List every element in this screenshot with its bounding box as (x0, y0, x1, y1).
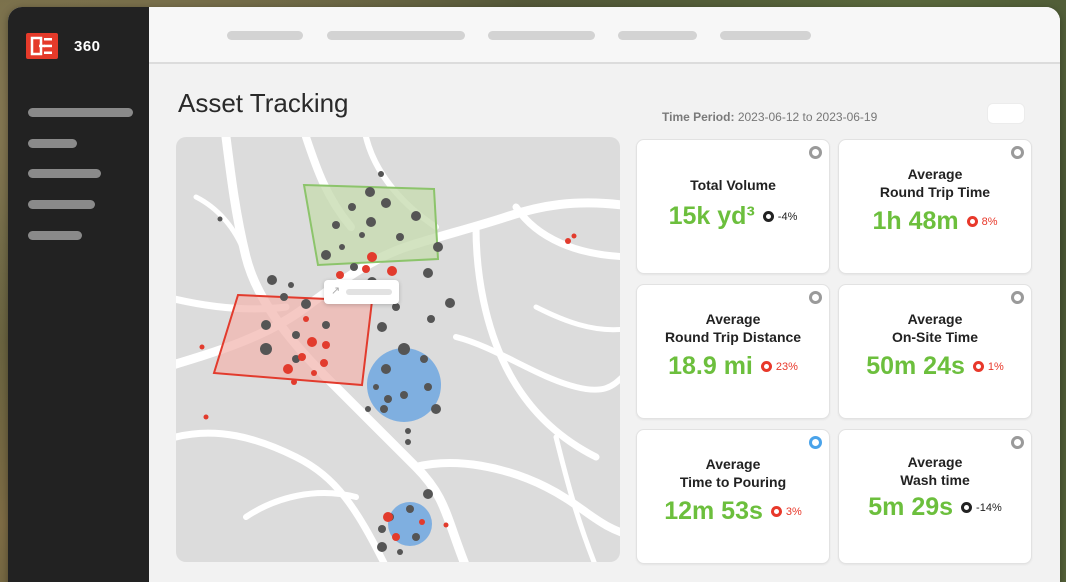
trend-dot-icon (972, 361, 984, 372)
metric-change: 8% (966, 215, 998, 228)
metric-value: 1h 48m (872, 207, 959, 235)
asset-map[interactable]: ↗ (176, 137, 620, 562)
sidebar-item-3[interactable] (28, 169, 101, 178)
radio-icon[interactable] (1011, 291, 1024, 304)
time-period: Time Period: 2023-06-12 to 2023-06-19 (662, 110, 877, 124)
metric-change-text: 23% (775, 360, 798, 373)
radio-icon[interactable] (1011, 146, 1024, 159)
metric-change-text: -14% (976, 501, 1002, 514)
trend-dot-icon (961, 502, 973, 513)
radio-icon[interactable] (809, 436, 822, 449)
nav-item-4[interactable] (618, 31, 697, 40)
metric-value: 50m 24s (866, 352, 965, 380)
radio-icon[interactable] (809, 291, 822, 304)
metric-change-text: 1% (987, 360, 1004, 373)
top-nav (149, 7, 1060, 64)
time-period-value: 2023-06-12 to 2023-06-19 (737, 110, 878, 124)
metric-title: Average Round Trip Time (879, 166, 991, 200)
nav-item-1[interactable] (227, 31, 303, 40)
metric-value: 12m 53s (664, 497, 763, 525)
metric-change-text: -4% (777, 210, 798, 223)
metric-change: 23% (760, 360, 798, 373)
metric-card-round-trip-time[interactable]: Average Round Trip Time 1h 48m 8% (838, 139, 1032, 274)
sidebar: 360 (8, 7, 149, 582)
metric-card-on-site-time[interactable]: Average On-Site Time 50m 24s 1% (838, 284, 1032, 419)
map-canvas (176, 137, 620, 562)
sidebar-item-2[interactable] (28, 139, 77, 148)
metric-title: Average Wash time (900, 454, 970, 488)
map-tooltip[interactable]: ↗ (324, 280, 399, 304)
metric-change: 1% (972, 360, 1004, 373)
radio-icon[interactable] (1011, 436, 1024, 449)
e-logo-icon (26, 33, 58, 59)
metric-card-round-trip-distance[interactable]: Average Round Trip Distance 18.9 mi 23% (636, 284, 830, 419)
metric-change: -14% (961, 502, 1002, 514)
metric-change: -4% (762, 210, 798, 223)
metric-title: Average Round Trip Distance (664, 311, 802, 345)
metric-title: Average Time to Pouring (679, 456, 787, 490)
red-geofence (212, 293, 374, 387)
tooltip-label-placeholder (346, 289, 392, 295)
metric-card-time-to-pouring[interactable]: Average Time to Pouring 12m 53s 3% (636, 429, 830, 564)
radio-icon[interactable] (809, 146, 822, 159)
metric-value: 5m 29s (868, 493, 954, 521)
metric-value: 18.9 mi (668, 352, 753, 380)
metric-card-wash-time[interactable]: Average Wash time 5m 29s -14% (838, 429, 1032, 564)
metric-card-total-volume[interactable]: Total Volume 15k yd³ -4% (636, 139, 830, 274)
sidebar-item-1[interactable] (28, 108, 133, 117)
metric-title: Average On-Site Time (891, 311, 979, 345)
nav-item-5[interactable] (720, 31, 811, 40)
metric-value: 15k yd³ (668, 202, 755, 230)
logo-text: 360 (74, 37, 101, 55)
metric-change-text: 8% (981, 215, 998, 228)
nav-item-2[interactable] (327, 31, 465, 40)
time-period-label: Time Period: (662, 110, 735, 124)
trend-dot-icon (770, 506, 782, 517)
sidebar-item-4[interactable] (28, 200, 95, 209)
trend-dot-icon (966, 216, 978, 227)
metric-change-text: 3% (785, 505, 802, 518)
date-picker-button[interactable] (987, 103, 1025, 124)
trend-dot-icon (760, 361, 772, 372)
logo[interactable]: 360 (26, 33, 101, 59)
metric-title: Total Volume (690, 177, 776, 193)
nav-item-3[interactable] (488, 31, 595, 40)
metric-change: 3% (770, 505, 802, 518)
page-title: Asset Tracking (178, 88, 349, 118)
app-window: 360 Asset Tracking Time Period: 2023-06-… (8, 7, 1060, 582)
external-link-icon[interactable]: ↗ (331, 284, 340, 297)
sidebar-item-5[interactable] (28, 231, 82, 240)
trend-dot-icon (762, 211, 774, 222)
